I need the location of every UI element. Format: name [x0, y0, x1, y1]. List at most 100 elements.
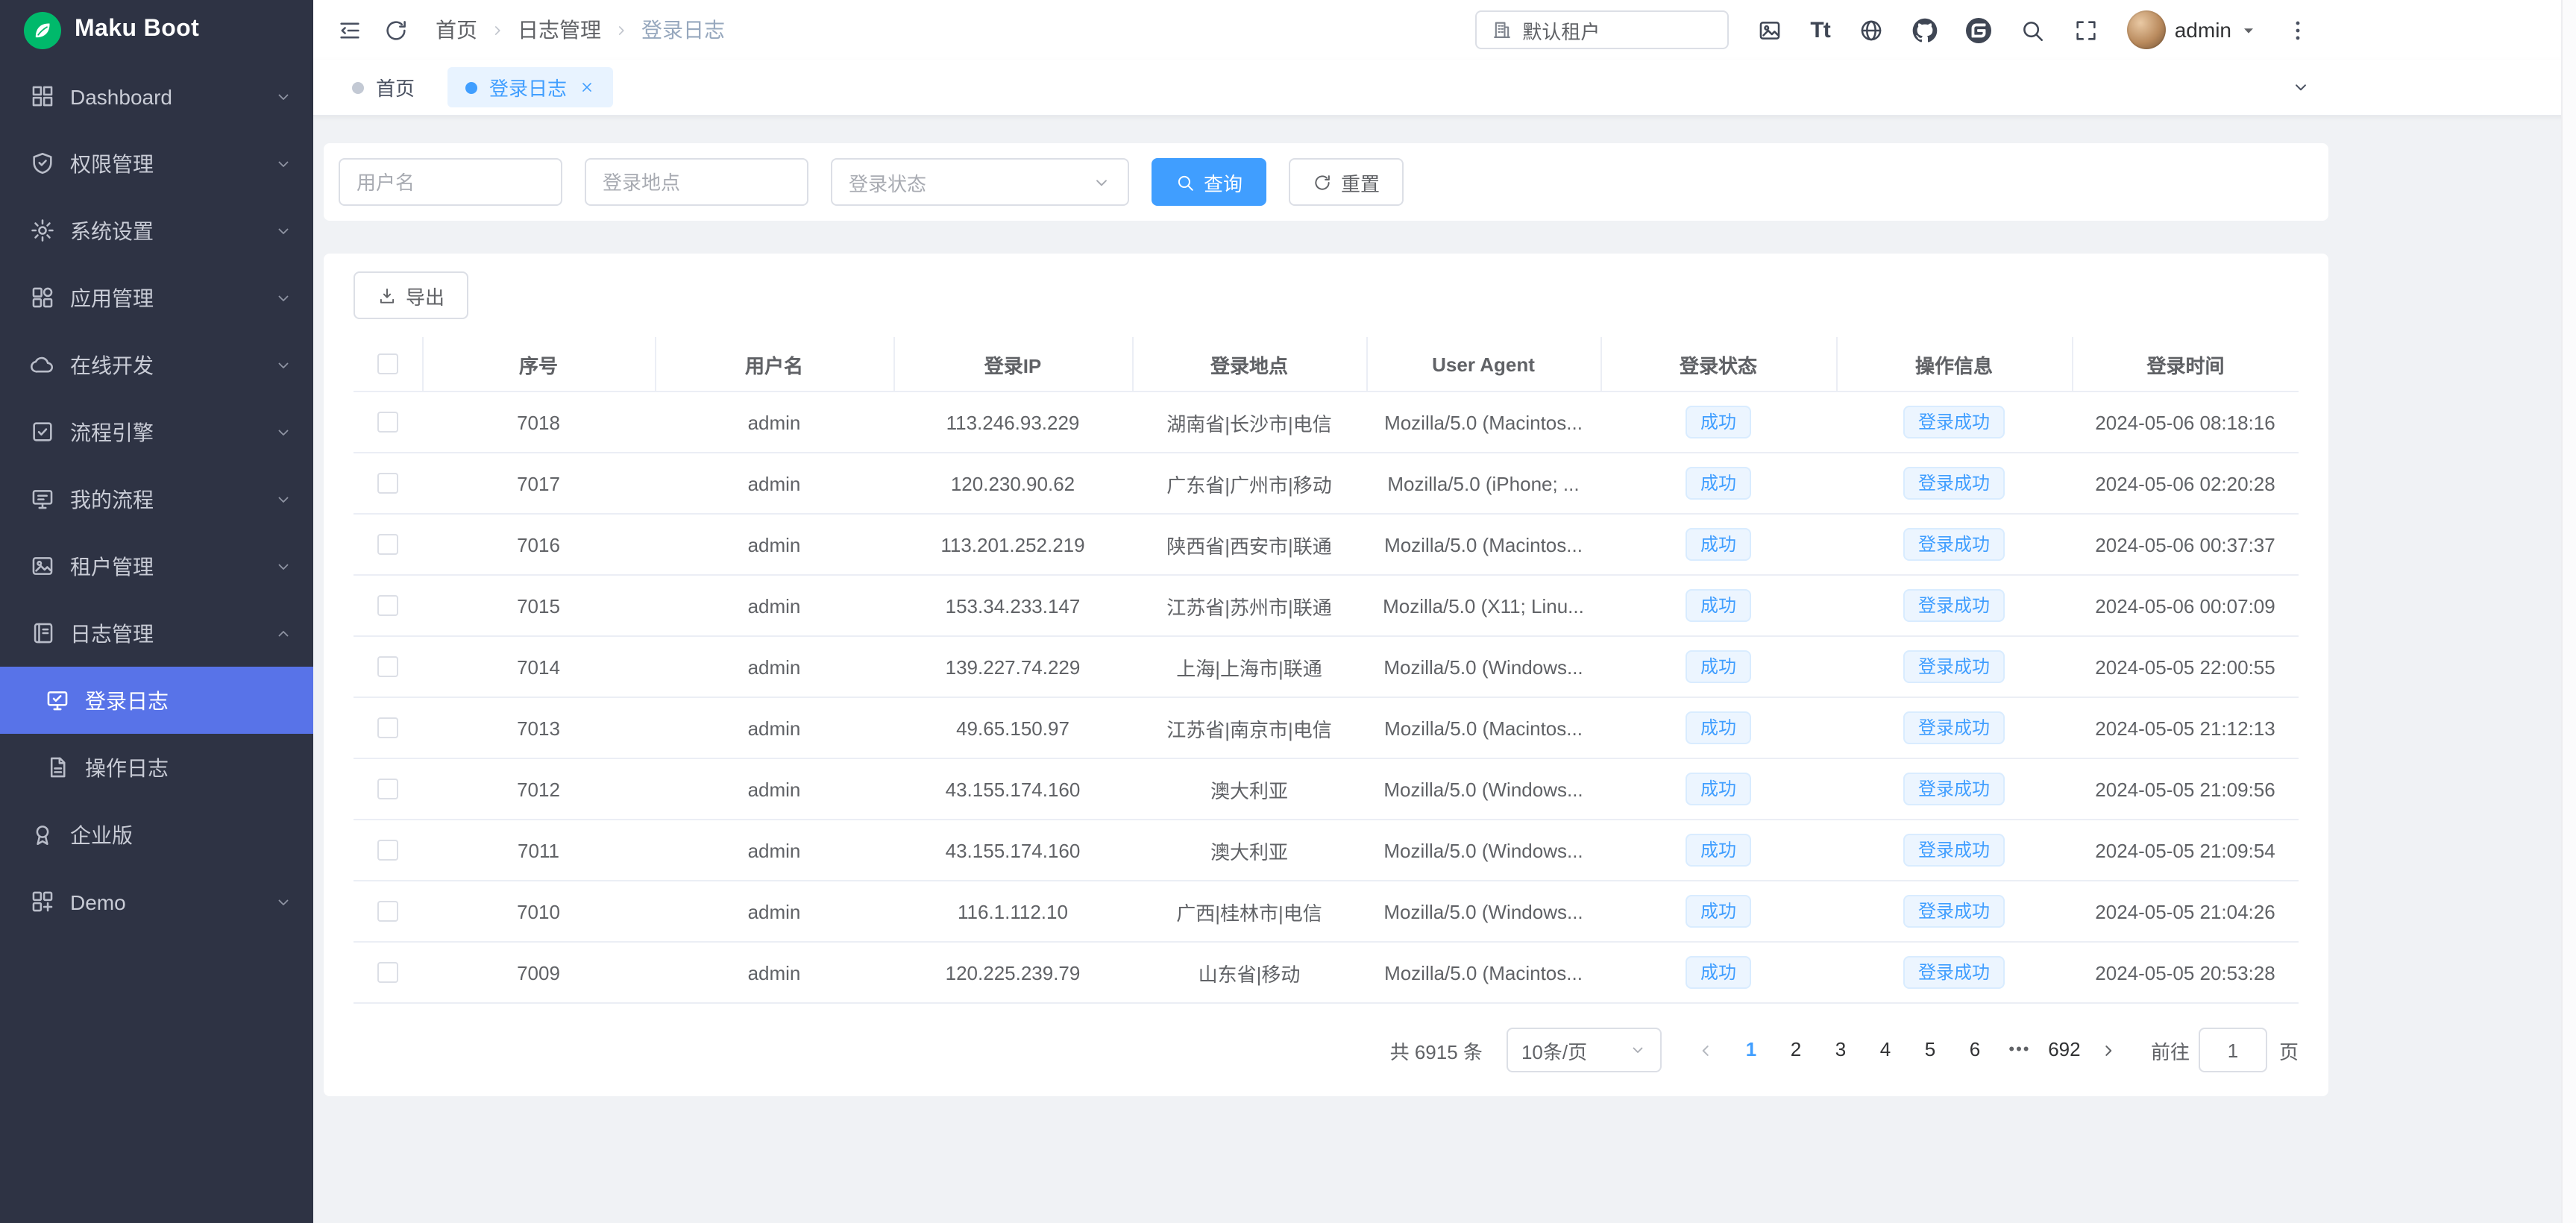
- export-button[interactable]: 导出: [354, 271, 468, 319]
- row-checkbox[interactable]: [377, 656, 398, 677]
- chevron-down-icon: [274, 154, 292, 172]
- fullscreen-icon[interactable]: [2073, 17, 2099, 43]
- operation-tag: 登录成功: [1903, 834, 2005, 867]
- cell-operation: 登录成功: [1836, 942, 2072, 1003]
- tabs-dropdown-icon[interactable]: [2291, 78, 2310, 97]
- tenant-building-icon: [1491, 19, 1512, 40]
- font-size-icon[interactable]: Tt: [1810, 17, 1829, 43]
- login-log-icon: [45, 688, 70, 713]
- row-select-cell: [354, 881, 422, 942]
- status-select[interactable]: 登录状态: [831, 158, 1129, 206]
- sidebar-item-demo[interactable]: Demo: [0, 868, 313, 935]
- cell-time: 2024-05-06 00:37:37: [2072, 514, 2299, 575]
- sidebar-item-log-management[interactable]: 日志管理: [0, 600, 313, 667]
- operation-tag: 登录成功: [1903, 956, 2005, 989]
- row-checkbox[interactable]: [377, 595, 398, 616]
- row-checkbox[interactable]: [377, 473, 398, 494]
- sidebar-item-app-management[interactable]: 应用管理: [0, 264, 313, 331]
- scrollbar[interactable]: [2561, 0, 2576, 1223]
- operation-tag: 登录成功: [1903, 467, 2005, 500]
- sidebar-item-online-dev[interactable]: 在线开发: [0, 331, 313, 398]
- cell-ip: 49.65.150.97: [893, 697, 1132, 758]
- cell-user_agent: Mozilla/5.0 (Windows...: [1366, 636, 1600, 697]
- search-icon[interactable]: [2020, 17, 2045, 43]
- sidebar-item-enterprise[interactable]: 企业版: [0, 801, 313, 868]
- page-number-2[interactable]: 2: [1778, 1029, 1814, 1071]
- github-icon[interactable]: [1912, 17, 1938, 43]
- sidebar-item-permission[interactable]: 权限管理: [0, 130, 313, 197]
- sidebar-item-dashboard[interactable]: Dashboard: [0, 63, 313, 130]
- next-page-button[interactable]: [2091, 1029, 2127, 1071]
- tenant-select[interactable]: 默认租户: [1474, 10, 1728, 49]
- chevron-down-icon: [274, 490, 292, 508]
- search-button[interactable]: 查询: [1152, 158, 1266, 206]
- status-tag: 成功: [1686, 834, 1751, 867]
- chevron-right-icon: [613, 22, 629, 38]
- row-checkbox[interactable]: [377, 962, 398, 983]
- prev-page-button[interactable]: [1688, 1029, 1724, 1071]
- close-icon[interactable]: [579, 79, 595, 95]
- sidebar-item-label: 日志管理: [70, 618, 260, 648]
- chevron-down-icon: [274, 557, 292, 575]
- more-pages-icon[interactable]: •••: [2002, 1041, 2038, 1059]
- column-header: 登录地点: [1132, 337, 1366, 392]
- sidebar-item-label: 系统设置: [70, 216, 260, 245]
- status-tag: 成功: [1686, 773, 1751, 805]
- refresh-icon[interactable]: [383, 17, 409, 43]
- username-input[interactable]: [339, 158, 562, 206]
- goto-page-input[interactable]: [2199, 1028, 2267, 1072]
- page-number-4[interactable]: 4: [1867, 1029, 1903, 1071]
- chevron-down-icon: [274, 289, 292, 306]
- collapse-sidebar-icon[interactable]: [337, 17, 362, 43]
- more-vertical-icon[interactable]: [2285, 17, 2310, 43]
- row-checkbox[interactable]: [377, 412, 398, 433]
- logo[interactable]: Maku Boot: [0, 0, 313, 60]
- table-row: 7016admin113.201.252.219陕西省|西安市|联通Mozill…: [354, 514, 2299, 575]
- cell-operation: 登录成功: [1836, 453, 2072, 514]
- page-number-5[interactable]: 5: [1912, 1029, 1948, 1071]
- row-checkbox[interactable]: [377, 717, 398, 738]
- tab-login-log[interactable]: 登录日志: [447, 67, 613, 107]
- operation-tag: 登录成功: [1903, 650, 2005, 683]
- row-checkbox[interactable]: [377, 779, 398, 799]
- table-row: 7009admin120.225.239.79山东省|移动Mozilla/5.0…: [354, 942, 2299, 1003]
- page-number-3[interactable]: 3: [1823, 1029, 1859, 1071]
- page-number-last[interactable]: 692: [2046, 1029, 2082, 1071]
- breadcrumb-item[interactable]: 首页: [436, 15, 477, 45]
- sidebar-item-workflow-engine[interactable]: 流程引擎: [0, 398, 313, 465]
- page-size-select[interactable]: 10条/页: [1507, 1028, 1662, 1072]
- globe-icon[interactable]: [1859, 17, 1884, 43]
- sidebar-item-my-workflow[interactable]: 我的流程: [0, 465, 313, 532]
- row-checkbox[interactable]: [377, 534, 398, 555]
- table-row: 7012admin43.155.174.160澳大利亚Mozilla/5.0 (…: [354, 758, 2299, 820]
- breadcrumb-item[interactable]: 日志管理: [518, 15, 601, 45]
- sidebar: Maku Boot Dashboard权限管理系统设置应用管理在线开发流程引擎我…: [0, 0, 313, 1223]
- cell-time: 2024-05-06 08:18:16: [2072, 392, 2299, 453]
- sidebar-item-operation-log[interactable]: 操作日志: [0, 734, 313, 801]
- chevron-down-icon: [274, 356, 292, 374]
- tab-home[interactable]: 首页: [334, 67, 433, 107]
- reset-button[interactable]: 重置: [1289, 158, 1404, 206]
- sidebar-item-tenant-management[interactable]: 租户管理: [0, 532, 313, 600]
- column-header: 登录时间: [2072, 337, 2299, 392]
- select-all-cell: [354, 337, 422, 392]
- select-all-checkbox[interactable]: [377, 353, 398, 374]
- location-input[interactable]: [585, 158, 808, 206]
- caret-down-icon: [2240, 22, 2257, 38]
- image-icon[interactable]: [1756, 17, 1782, 43]
- cell-id: 7011: [422, 820, 655, 881]
- row-select-cell: [354, 942, 422, 1003]
- operation-tag: 登录成功: [1903, 589, 2005, 622]
- gitee-icon[interactable]: [1966, 17, 1991, 43]
- sidebar-item-label: Demo: [70, 890, 260, 914]
- row-checkbox[interactable]: [377, 901, 398, 922]
- page-number-6[interactable]: 6: [1957, 1029, 1993, 1071]
- sidebar-item-system-settings[interactable]: 系统设置: [0, 197, 313, 264]
- status-tag: 成功: [1686, 895, 1751, 928]
- cell-ip: 116.1.112.10: [893, 881, 1132, 942]
- page-number-1[interactable]: 1: [1733, 1029, 1769, 1071]
- sidebar-item-login-log[interactable]: 登录日志: [0, 667, 313, 734]
- user-menu[interactable]: admin: [2127, 10, 2257, 49]
- row-checkbox[interactable]: [377, 840, 398, 861]
- sidebar-item-label: 租户管理: [70, 551, 260, 581]
